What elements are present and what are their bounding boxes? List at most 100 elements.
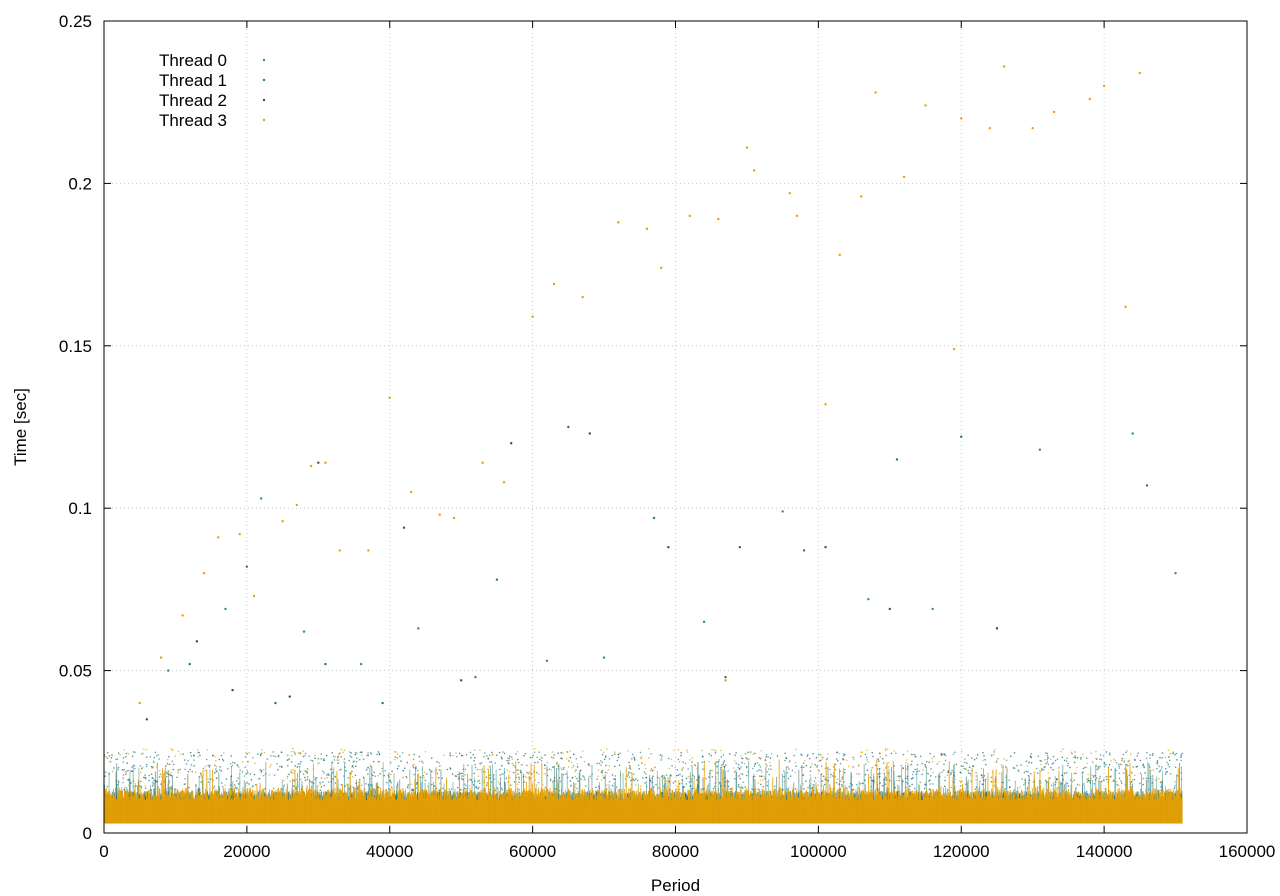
scatter-dot [961,780,963,783]
scatter-dot [1081,772,1084,774]
scatter-dot [601,753,604,756]
scatter-dot [756,762,759,764]
scatter-dot [480,761,483,764]
scatter-dot [487,757,489,760]
scatter-dot [645,785,648,788]
scatter-dot [1164,773,1167,775]
scatter-dot [1105,763,1107,766]
scatter-dot [198,775,201,778]
scatter-dot [758,775,761,777]
scatter-dot [1052,755,1055,758]
scatter-dot [131,766,133,768]
scatter-dot [601,761,604,764]
scatter-dot [766,765,768,767]
scatter-dot [834,763,837,766]
scatter-dot [985,763,987,766]
scatter-dot [151,781,154,784]
scatter-chart: 0 20000 40000 60000 80000 100000 120000 140000 1… [11,12,1275,895]
scatter-dot [1060,783,1062,785]
scatter-dot [317,757,320,760]
scatter-dot [512,764,515,767]
scatter-dot [745,757,747,759]
scatter-dot [385,781,388,784]
scatter-dot [737,766,739,769]
scatter-dot [841,778,843,780]
scatter-dot [320,753,323,755]
scatter-dot [806,755,808,758]
series-1 [103,425,1183,824]
scatter-dot [768,773,770,776]
scatter-dot [401,751,404,754]
scatter-dot [809,787,812,789]
scatter-dot [365,782,367,785]
scatter-dot [239,769,241,771]
scatter-dot [213,772,216,774]
scatter-dot [536,756,538,759]
scatter-dot [106,785,109,788]
scatter-dot [639,751,642,754]
scatter-dot [272,787,275,790]
scatter-dot [336,759,339,761]
scatter-dot [735,762,738,765]
scatter-dot [442,787,444,790]
scatter-dot [360,751,363,754]
scatter-dot [861,782,864,785]
scatter-dot [422,774,425,777]
scatter-dot [438,762,440,764]
scatter-dot [244,766,247,768]
scatter-dot [213,785,216,788]
scatter-dot [402,776,404,779]
scatter-dot [473,780,476,782]
scatter-dot [1058,767,1060,769]
scatter-dot [332,755,335,758]
scatter-dot [524,752,527,755]
scatter-dot [1094,779,1097,781]
scatter-dot [604,771,607,774]
scatter-dot [488,754,491,757]
scatter-dot [321,770,324,772]
scatter-dot [737,785,740,788]
scatter-dot [930,768,932,770]
scatter-dot [469,751,472,754]
scatter-dot [1168,765,1171,768]
scatter-dot [465,753,468,756]
scatter-dot [1181,752,1184,755]
scatter-dot [367,773,369,775]
scatter-dot [1013,767,1016,769]
scatter-dot [510,784,512,786]
scatter-dot [787,777,790,780]
scatter-dot [166,772,169,775]
scatter-dot [456,786,459,789]
scatter-dot [760,769,762,772]
scatter-dot [572,765,575,767]
scatter-dot [310,759,312,762]
scatter-dot [671,765,673,767]
scatter-dot [326,774,328,776]
scatter-dot [1151,754,1154,756]
scatter-dot [951,769,953,772]
scatter-dot [835,758,838,760]
scatter-dot [1036,772,1039,775]
scatter-dot [487,768,489,771]
data-point [1174,571,1177,575]
scatter-dot [1099,758,1101,760]
scatter-dot [629,768,632,770]
scatter-dot [656,776,659,779]
scatter-dot [531,756,533,759]
scatter-dot [185,763,188,765]
scatter-dot [1016,764,1018,767]
scatter-dot [718,760,720,763]
scatter-dot [236,764,239,767]
scatter-dot [765,753,768,756]
scatter-dot [412,766,415,769]
scatter-dot [294,752,296,754]
scatter-dot [159,773,162,776]
scatter-dot [283,784,286,787]
scatter-dot [306,776,309,778]
scatter-dot [605,788,608,791]
scatter-dot [456,755,458,758]
scatter-dot [739,786,741,789]
scatter-dot [690,780,693,783]
data-point [274,701,277,705]
scatter-dot [882,762,885,764]
